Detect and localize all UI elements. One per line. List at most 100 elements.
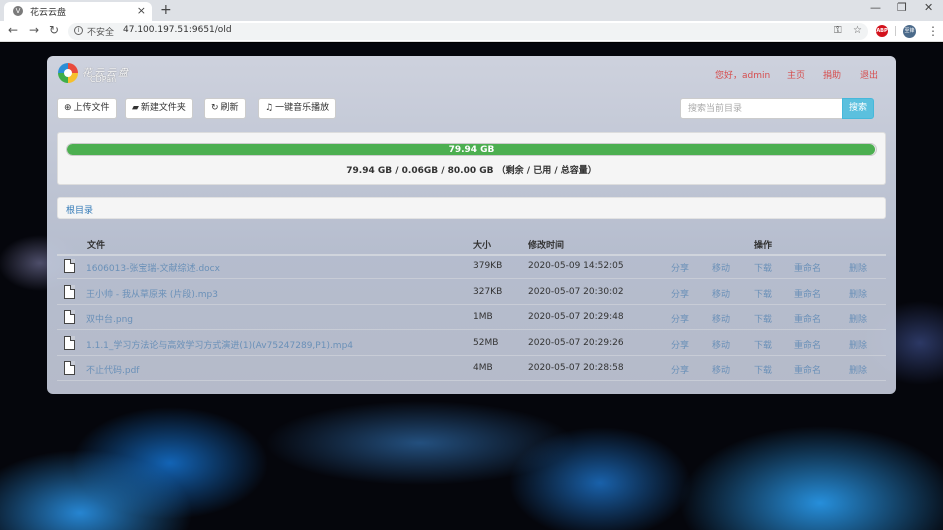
play-music-button-label: 一键音乐播放 bbox=[275, 103, 330, 113]
download-link[interactable]: 下载 bbox=[754, 363, 772, 376]
share-link[interactable]: 分享 bbox=[671, 261, 689, 274]
file-name-link[interactable]: 1.1.1_学习方法论与高效学习方式演进(1)(Av75247289,P1).m… bbox=[86, 338, 353, 351]
rename-link[interactable]: 重命名 bbox=[794, 338, 821, 351]
storage-panel bbox=[57, 132, 886, 185]
forward-icon[interactable]: → bbox=[29, 23, 39, 37]
share-link[interactable]: 分享 bbox=[671, 363, 689, 376]
site-favicon-icon: V bbox=[13, 6, 23, 16]
table-row: 王小帅 - 我从草原来 (片段).mp3 327KB 2020-05-07 20:3… bbox=[57, 280, 886, 305]
file-icon bbox=[64, 361, 75, 375]
file-modified-time: 2020-05-09 14:52:05 bbox=[528, 261, 624, 271]
site-info-icon[interactable]: i bbox=[74, 26, 83, 35]
storage-summary: 79.94 GB / 0.06GB / 80.00 GB （剩余 / 已用 / … bbox=[346, 166, 597, 176]
logo-subtext: CDPan bbox=[90, 75, 117, 84]
column-header-file: 文件 bbox=[87, 241, 106, 251]
new-folder-button-label: 新建文件夹 bbox=[140, 103, 186, 113]
restore-icon[interactable]: ❐ bbox=[897, 1, 907, 14]
file-name-link[interactable]: 王小帅 - 我从草原来 (片段).mp3 bbox=[86, 287, 218, 300]
search-input[interactable] bbox=[680, 98, 842, 119]
download-link[interactable]: 下载 bbox=[754, 312, 772, 325]
move-link[interactable]: 移动 bbox=[712, 261, 730, 274]
table-row: 1.1.1_学习方法论与高效学习方式演进(1)(Av75247289,P1).m… bbox=[57, 331, 886, 356]
column-header-size: 大小 bbox=[473, 241, 492, 251]
download-link[interactable]: 下载 bbox=[754, 261, 772, 274]
browser-menu-icon[interactable]: ⋮ bbox=[927, 24, 939, 38]
toolbar-divider bbox=[895, 26, 896, 36]
refresh-icon: ↻ bbox=[211, 103, 219, 113]
delete-link[interactable]: 删除 bbox=[849, 261, 867, 274]
table-row: 双中台.png 1MB 2020-05-07 20:29:48 分享 移动 下载 重命名 删除 bbox=[57, 305, 886, 330]
browser-tab[interactable]: V 花云云盘 × bbox=[4, 2, 152, 21]
breadcrumb-root[interactable]: 根目录 bbox=[66, 203, 93, 216]
file-name-link[interactable]: 不止代码.pdf bbox=[86, 363, 139, 376]
delete-link[interactable]: 删除 bbox=[849, 363, 867, 376]
file-size: 1MB bbox=[473, 312, 493, 322]
nav-donate[interactable]: 捐助 bbox=[823, 68, 841, 81]
share-link[interactable]: 分享 bbox=[671, 338, 689, 351]
reload-icon[interactable]: ↻ bbox=[49, 23, 59, 37]
delete-link[interactable]: 删除 bbox=[849, 287, 867, 300]
search-button[interactable]: 搜索 bbox=[842, 98, 874, 119]
delete-link[interactable]: 删除 bbox=[849, 338, 867, 351]
download-link[interactable]: 下载 bbox=[754, 287, 772, 300]
move-link[interactable]: 移动 bbox=[712, 287, 730, 300]
share-link[interactable]: 分享 bbox=[671, 312, 689, 325]
move-link[interactable]: 移动 bbox=[712, 312, 730, 325]
file-size: 4MB bbox=[473, 363, 493, 373]
tab-title: 花云云盘 bbox=[30, 8, 67, 18]
table-row: 不止代码.pdf 4MB 2020-05-07 20:28:58 分享 移动 下载 重命名 删… bbox=[57, 356, 886, 381]
browser-toolbar: ← → ↻ i 不安全 47.100.197.51:9651/old ⚿ ☆ bbox=[0, 21, 943, 42]
browser-tabstrip: V 花云云盘 × + — ❐ ✕ bbox=[0, 0, 943, 21]
nav-home[interactable]: 主页 bbox=[787, 68, 805, 81]
new-tab-icon[interactable]: + bbox=[160, 2, 172, 18]
new-folder-button[interactable]: ▰ 新建文件夹 bbox=[125, 98, 193, 119]
tab-close-icon[interactable]: × bbox=[137, 4, 146, 17]
refresh-button[interactable]: ↻ 刷新 bbox=[204, 98, 246, 119]
table-row: 1606013-张宝瑞-文献综述.docx 379KB 2020-05-09 14:… bbox=[57, 254, 886, 279]
file-icon bbox=[64, 259, 75, 273]
rename-link[interactable]: 重命名 bbox=[794, 312, 821, 325]
minimize-icon[interactable]: — bbox=[870, 1, 881, 14]
file-icon bbox=[64, 336, 75, 350]
key-icon[interactable]: ⚿ bbox=[834, 25, 842, 36]
storage-progress-bar: 79.94 GB bbox=[66, 143, 877, 156]
play-music-button[interactable]: ♫ 一键音乐播放 bbox=[258, 98, 337, 119]
share-link[interactable]: 分享 bbox=[671, 287, 689, 300]
file-modified-time: 2020-05-07 20:29:48 bbox=[528, 312, 624, 322]
upload-button[interactable]: ⊕ 上传文件 bbox=[57, 98, 117, 119]
file-size: 379KB bbox=[473, 261, 503, 271]
move-link[interactable]: 移动 bbox=[712, 363, 730, 376]
rename-link[interactable]: 重命名 bbox=[794, 261, 821, 274]
delete-link[interactable]: 删除 bbox=[849, 312, 867, 325]
rename-link[interactable]: 重命名 bbox=[794, 287, 821, 300]
file-modified-time: 2020-05-07 20:30:02 bbox=[528, 287, 624, 297]
address-bar[interactable]: i 不安全 47.100.197.51:9651/old bbox=[68, 23, 868, 40]
logo-icon bbox=[58, 63, 78, 83]
file-name-link[interactable]: 1606013-张宝瑞-文献综述.docx bbox=[86, 261, 220, 274]
file-icon bbox=[64, 285, 75, 299]
url-text[interactable]: 47.100.197.51:9651/old bbox=[123, 25, 232, 35]
breadcrumb: 根目录 bbox=[57, 197, 886, 219]
file-name-link[interactable]: 双中台.png bbox=[86, 312, 133, 325]
adblock-extension-icon[interactable]: ABP bbox=[876, 25, 888, 37]
file-modified-time: 2020-05-07 20:29:26 bbox=[528, 338, 624, 348]
column-header-modified: 修改时间 bbox=[528, 241, 565, 251]
security-label: 不安全 bbox=[87, 28, 115, 38]
move-link[interactable]: 移动 bbox=[712, 338, 730, 351]
file-icon bbox=[64, 310, 75, 324]
upload-button-label: 上传文件 bbox=[73, 103, 110, 113]
column-header-actions: 操作 bbox=[754, 241, 773, 251]
profile-avatar[interactable]: 至锋 bbox=[903, 25, 916, 38]
file-size: 327KB bbox=[473, 287, 503, 297]
rename-link[interactable]: 重命名 bbox=[794, 363, 821, 376]
window-close-icon[interactable]: ✕ bbox=[924, 1, 933, 14]
refresh-button-label: 刷新 bbox=[220, 103, 239, 113]
nav-logout[interactable]: 退出 bbox=[860, 68, 878, 81]
music-icon: ♫ bbox=[265, 103, 274, 113]
folder-open-icon: ▰ bbox=[132, 103, 139, 113]
file-size: 52MB bbox=[473, 338, 499, 348]
bookmark-star-icon[interactable]: ☆ bbox=[853, 25, 862, 36]
back-icon[interactable]: ← bbox=[8, 23, 18, 37]
download-link[interactable]: 下载 bbox=[754, 338, 772, 351]
user-greeting: 您好，admin bbox=[715, 71, 771, 81]
